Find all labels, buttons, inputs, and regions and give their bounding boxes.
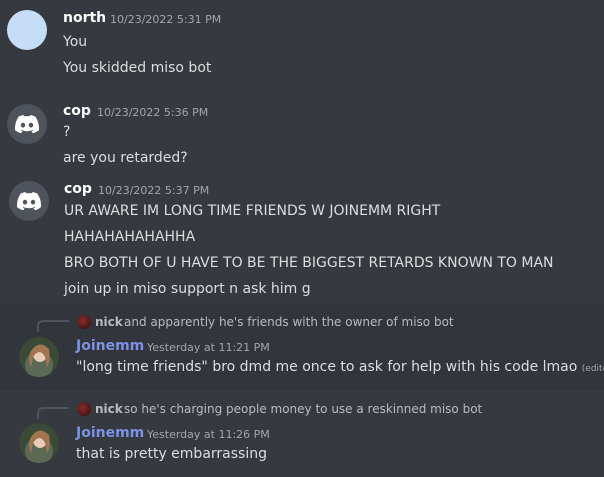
username[interactable]: cop <box>63 103 91 119</box>
username[interactable]: Joinemm <box>76 338 144 354</box>
username[interactable]: Joinemm <box>76 425 144 441</box>
discord-logo-icon <box>15 115 39 133</box>
message-text: You <box>63 34 88 50</box>
discord-logo-icon <box>17 192 41 210</box>
message-text: join up in miso support n ask him g <box>64 281 311 297</box>
timestamp: 10/23/2022 5:37 PM <box>98 184 210 197</box>
message-text: "long time friends" bro dmd me once to a… <box>76 359 604 375</box>
avatar[interactable] <box>19 337 59 377</box>
avatar[interactable] <box>7 104 47 144</box>
reply-spine <box>37 407 69 419</box>
message-text: that is pretty embarrassing <box>76 446 267 462</box>
message-text: UR AWARE IM LONG TIME FRIENDS W JOINEMM … <box>64 203 441 219</box>
reply-username[interactable]: nick <box>95 402 123 416</box>
chat-log: north 10/23/2022 5:31 PM You You skidded… <box>0 0 604 477</box>
reply-preview[interactable]: and apparently he's friends with the own… <box>124 315 454 329</box>
edited-label: (edited) <box>581 364 604 374</box>
timestamp: Yesterday at 11:26 PM <box>147 428 270 441</box>
avatar[interactable] <box>9 181 49 221</box>
message-body: "long time friends" bro dmd me once to a… <box>76 359 578 375</box>
timestamp: 10/23/2022 5:31 PM <box>110 13 222 26</box>
reply-spine <box>37 320 69 332</box>
reply-username[interactable]: nick <box>95 315 123 329</box>
message-text: HAHAHAHAHAHHA <box>64 229 196 245</box>
message-text: BRO BOTH OF U HAVE TO BE THE BIGGEST RET… <box>64 255 554 271</box>
timestamp: Yesterday at 11:21 PM <box>147 341 270 354</box>
username[interactable]: cop <box>64 181 92 197</box>
timestamp: 10/23/2022 5:36 PM <box>97 106 209 119</box>
username[interactable]: north <box>63 10 106 26</box>
avatar[interactable] <box>7 10 47 50</box>
reply-preview[interactable]: so he's charging people money to use a r… <box>124 402 482 416</box>
reply-avatar <box>77 315 91 329</box>
user-photo-icon <box>19 337 59 377</box>
avatar[interactable] <box>19 423 59 463</box>
user-photo-icon <box>19 423 59 463</box>
reply-avatar <box>77 402 91 416</box>
message-text: are you retarded? <box>63 150 188 166</box>
message-text: ? <box>63 124 71 140</box>
message-text: You skidded miso bot <box>63 60 212 76</box>
